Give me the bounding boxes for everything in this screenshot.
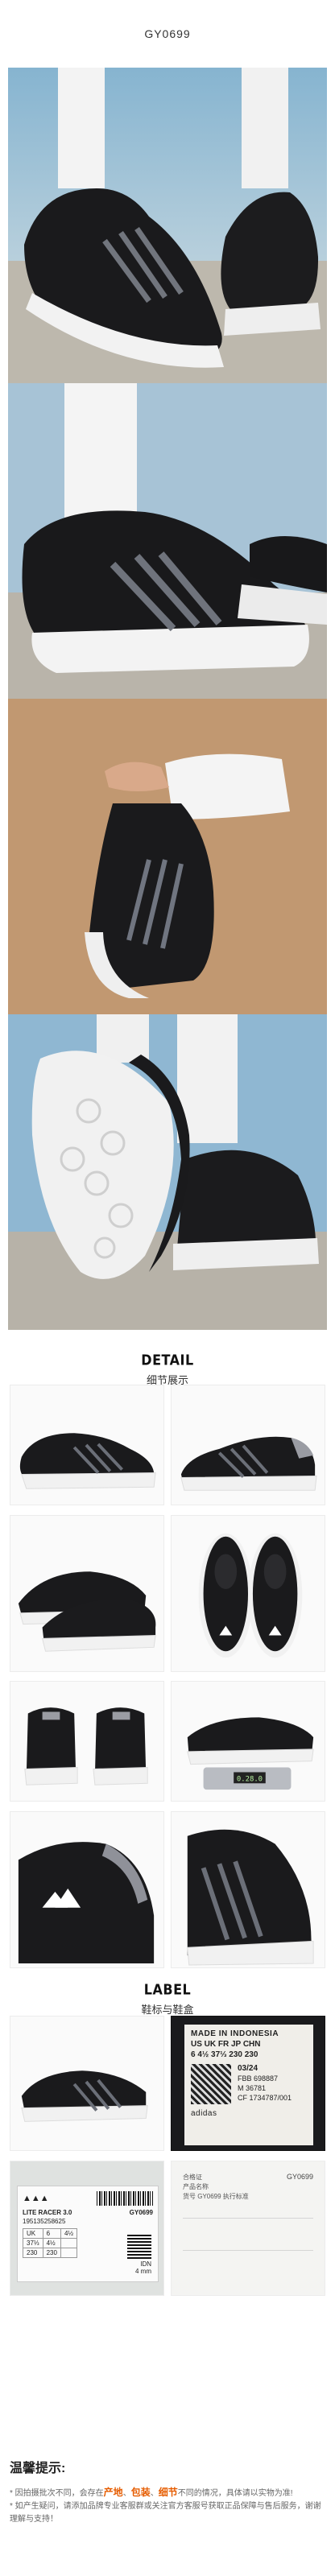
box-label-article: GY0699 [129, 2209, 153, 2216]
label-tile-certificate: 合格证 产品名称 货号 GY0699 执行标准 GY0699 [171, 2161, 325, 2296]
box-qr-icon [127, 2235, 151, 2259]
inner-label-code-3: CF 1734787/001 [238, 2094, 292, 2102]
label-tile-inner-tag: MADE IN INDONESIA US UK FR JP CHN 6 4½ 3… [171, 2016, 325, 2151]
lifestyle-photo-1 [8, 68, 327, 383]
detail-section-header: DETAIL 细节展示 [0, 1352, 335, 1387]
cert-text-3: 货号 GY0699 执行标准 [183, 2193, 249, 2200]
shoe-medial-image [172, 1385, 325, 1505]
shoe-tying-image [8, 699, 327, 1014]
cert-code: GY0699 [286, 2173, 313, 2181]
inner-label-qr [191, 2064, 231, 2104]
box-size-table: UK 6 4½ 37⅓ 4½ 230 230 [23, 2228, 78, 2258]
tips-line-1: * 因拍摄批次不同，会存在产地、包装、细节不同的情况，具体请以实物为准! [10, 2486, 325, 2500]
detail-tile-heel [10, 1681, 164, 1802]
shoe-tongue-logo-image [10, 1812, 163, 1967]
shoe-outsole-image [8, 1014, 327, 1330]
box-barcode [97, 2191, 153, 2206]
shoe-side-label-image [10, 2017, 163, 2150]
box-qr-text: 4 mm [135, 2268, 151, 2275]
tips-keyword-origin: 产地 [103, 2487, 123, 2498]
inner-label-brand: adidas [191, 2109, 217, 2118]
detail-tile-weight: 0.28.0 [171, 1681, 325, 1802]
shoe-side-closeup-image [8, 383, 327, 699]
detail-tile-top-view [171, 1515, 325, 1672]
shoe-side-image [10, 1385, 163, 1505]
shoe-walking-image [8, 68, 327, 383]
shoe-heel-closeup-image [172, 1812, 325, 1967]
box-label-barcode-number: 195135258625 [23, 2218, 66, 2225]
tips-title: 温馨提示: [10, 2462, 66, 2475]
size-cell [60, 2238, 78, 2248]
box-made-in: IDN [140, 2260, 151, 2268]
detail-tile-side-view [10, 1385, 164, 1505]
shoe-pair-image [10, 1516, 163, 1671]
tips-sep: 、 [150, 2489, 159, 2498]
tips-sep: 、 [122, 2489, 131, 2498]
inner-label-line3: 6 4½ 37⅓ 230 230 [191, 2050, 258, 2059]
tips-line-1-suffix: 不同的情况，具体请以实物为准! [177, 2489, 293, 2498]
box-label-card: ▲▲▲ LITE RACER 3.0 GY0699 195135258625 U… [17, 2186, 159, 2282]
lifestyle-photo-3 [8, 699, 327, 1014]
label-tile-box-label: ▲▲▲ LITE RACER 3.0 GY0699 195135258625 U… [10, 2161, 164, 2296]
shoe-heel-image [10, 1682, 163, 1801]
cert-text-2: 产品名称 [183, 2183, 209, 2190]
size-cell [60, 2248, 78, 2258]
box-label-name: LITE RACER 3.0 [23, 2209, 72, 2216]
size-cell: 4½ [42, 2238, 61, 2248]
inner-label-date: 03/24 [238, 2064, 258, 2073]
tips-section: 温馨提示: * 因拍摄批次不同，会存在产地、包装、细节不同的情况，具体请以实物为… [10, 2457, 325, 2526]
tips-line-2: * 如产生疑问，请添加品牌专业客服群或关注官方客服号获取正品保障与售后服务，谢谢… [10, 2502, 321, 2524]
label-section-header: LABEL 鞋标与鞋盒 [0, 1981, 335, 2017]
detail-tile-side-view-2 [171, 1385, 325, 1505]
label-tile-shoe [10, 2016, 164, 2151]
adidas-logo-icon: ▲▲▲ [23, 2194, 49, 2203]
product-code: GY0699 [144, 27, 191, 40]
tips-keyword-detail: 细节 [158, 2487, 178, 2498]
size-cell: 230 [23, 2248, 43, 2258]
cert-divider-2 [183, 2250, 313, 2251]
size-cell: 230 [42, 2248, 61, 2258]
tips-line-1-prefix: * 因拍摄批次不同，会存在 [10, 2489, 104, 2498]
tips-keyword-package: 包装 [130, 2487, 151, 2498]
cert-text-1: 合格证 [183, 2174, 202, 2181]
inner-label-code-1: FBB 698887 [238, 2074, 279, 2083]
lifestyle-photo-4 [8, 1014, 327, 1330]
lifestyle-photo-2 [8, 383, 327, 699]
detail-tile-heel-closeup [171, 1811, 325, 1968]
shoe-top-view-image [172, 1516, 325, 1671]
product-code-header: GY0699 [0, 0, 335, 68]
size-cell: 37⅓ [23, 2238, 43, 2248]
detail-title-en: DETAIL [141, 1352, 194, 1368]
size-cell: UK [23, 2228, 43, 2239]
inner-label-line1: MADE IN INDONESIA [191, 2029, 279, 2038]
detail-tile-pair [10, 1515, 164, 1672]
shoe-on-scale-image: 0.28.0 [172, 1682, 325, 1801]
scale-readout: 0.28.0 [237, 1775, 263, 1783]
cert-divider [183, 2218, 313, 2219]
label-title-en: LABEL [143, 1981, 192, 1998]
inner-label-card: MADE IN INDONESIA US UK FR JP CHN 6 4½ 3… [184, 2025, 313, 2145]
detail-tile-tongue-logo [10, 1811, 164, 1968]
inner-label-code-2: M 36781 [238, 2084, 267, 2092]
size-cell: 6 [42, 2228, 61, 2239]
size-cell: 4½ [60, 2228, 78, 2239]
label-title-cn: 鞋标与鞋盒 [141, 2004, 194, 2016]
inner-label-line2: US UK FR JP CHN [191, 2040, 261, 2049]
